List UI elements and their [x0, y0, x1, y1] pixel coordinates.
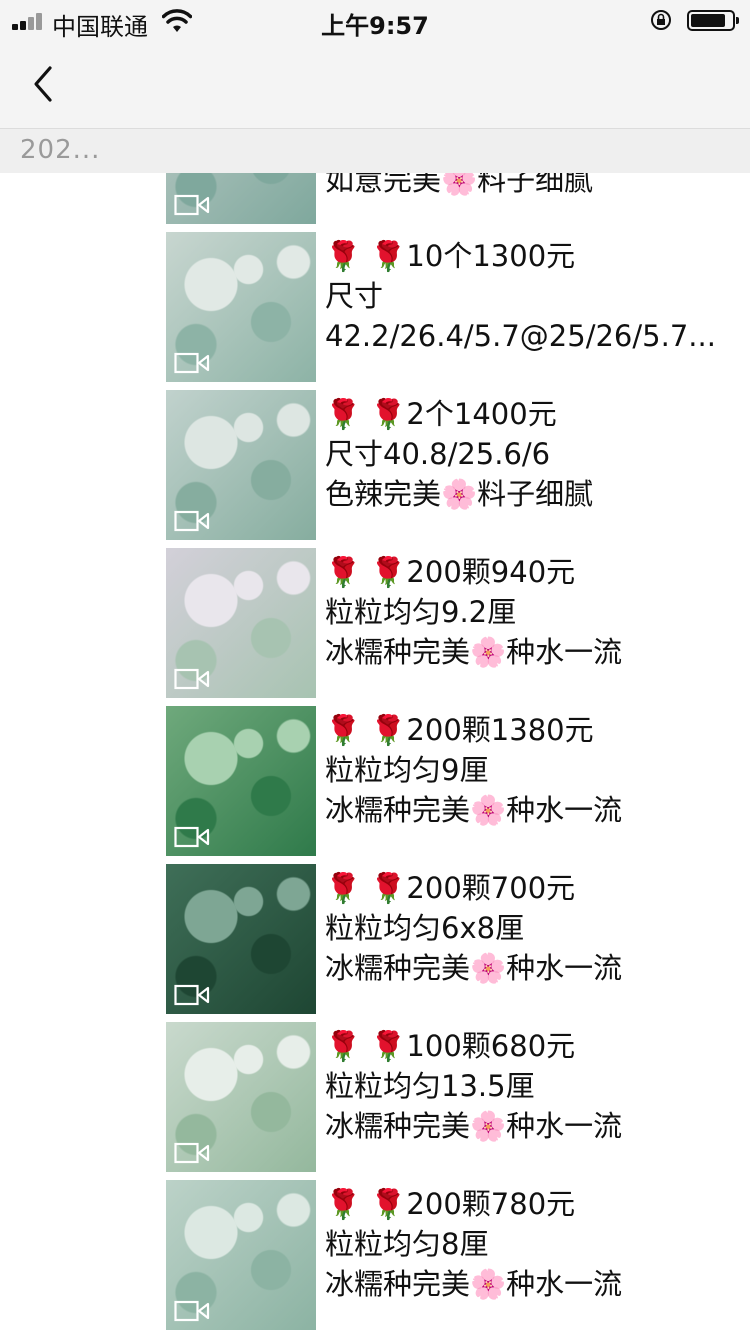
post-item[interactable]: 🌹 🌹100颗680元 粒粒均匀13.5厘冰糯种完美🌸种水一流	[0, 1022, 750, 1180]
video-thumbnail[interactable]	[166, 390, 316, 540]
album-title: 202...	[20, 135, 101, 165]
post-text-line: 粒粒均匀9.2厘	[325, 595, 517, 629]
post-description: 🌹 🌹10个1300元 尺寸 42.2/26.4/5.7@25/26/5.7...	[325, 236, 735, 356]
post-text-line: 粒粒均匀9厘	[325, 753, 489, 787]
video-camera-icon	[174, 194, 210, 216]
status-bar: 中国联通 上午9:57	[0, 0, 750, 42]
post-text-line: 尺寸40.8/25.6/6	[325, 437, 551, 471]
post-text-line: 🌹 🌹100颗680元	[325, 1029, 576, 1063]
post-description: 🌹 🌹200颗780元 粒粒均匀8厘冰糯种完美🌸种水一流	[325, 1184, 735, 1304]
post-text-line: 粒粒均匀6x8厘	[325, 911, 525, 945]
post-description: 🌹 🌹200颗700元 粒粒均匀6x8厘冰糯种完美🌸种水一流	[325, 868, 735, 988]
post-item[interactable]: 🌹 🌹200颗700元 粒粒均匀6x8厘冰糯种完美🌸种水一流	[0, 864, 750, 1022]
video-camera-icon	[174, 510, 210, 532]
post-description: 🌹 🌹100颗680元 粒粒均匀13.5厘冰糯种完美🌸种水一流	[325, 1026, 735, 1146]
video-camera-icon	[174, 1142, 210, 1164]
post-text-line: 42.2/26.4/5.7@25/26/5.7...	[325, 319, 716, 353]
battery-icon	[687, 10, 739, 31]
post-text-line: 冰糯种完美🌸种水一流	[325, 793, 623, 827]
post-text-line: 🌹 🌹200颗700元	[325, 871, 576, 905]
post-item[interactable]: 🌹 🌹200颗1380元 粒粒均匀9厘冰糯种完美🌸种水一流	[0, 706, 750, 864]
post-item[interactable]: 🌹 🌹200颗780元 粒粒均匀8厘冰糯种完美🌸种水一流	[0, 1180, 750, 1338]
post-text-line: 🌹 🌹200颗940元	[325, 555, 576, 589]
clock: 上午9:57	[321, 12, 429, 40]
video-camera-icon	[174, 668, 210, 690]
post-item[interactable]: 🌹 🌹2个1400元 尺寸40.8/25.6/6 色辣完美🌸料子细腻	[0, 390, 750, 548]
post-text-line: 🌹 🌹10个1300元	[325, 239, 576, 273]
video-thumbnail[interactable]	[166, 1180, 316, 1330]
post-list[interactable]: 如意完美🌸料子细腻 🌹 🌹10个1300元 尺寸 42.2/26.4/5.7@25/2…	[0, 74, 750, 1338]
post-item[interactable]: 🌹 🌹10个1300元 尺寸 42.2/26.4/5.7@25/26/5.7...	[0, 232, 750, 390]
post-description: 🌹 🌹200颗1380元 粒粒均匀9厘冰糯种完美🌸种水一流	[325, 710, 735, 830]
post-description: 🌹 🌹200颗940元 粒粒均匀9.2厘冰糯种完美🌸种水一流	[325, 552, 735, 672]
post-text-line: 冰糯种完美🌸种水一流	[325, 1109, 623, 1143]
post-text-line: 🌹 🌹2个1400元	[325, 397, 557, 431]
post-text-line: 🌹 🌹200颗780元	[325, 1187, 576, 1221]
video-camera-icon	[174, 352, 210, 374]
back-chevron-icon[interactable]	[22, 62, 66, 106]
video-thumbnail[interactable]	[166, 548, 316, 698]
post-text-line: 冰糯种完美🌸种水一流	[325, 951, 623, 985]
video-camera-icon	[174, 1300, 210, 1322]
video-thumbnail[interactable]	[166, 706, 316, 856]
post-text-line: 色辣完美🌸料子细腻	[325, 477, 594, 511]
post-text-line: 冰糯种完美🌸种水一流	[325, 635, 623, 669]
post-text-line: 🌹 🌹200颗1380元	[325, 713, 594, 747]
nav-bar	[0, 42, 750, 128]
album-header: 202...	[0, 128, 750, 173]
video-camera-icon	[174, 826, 210, 848]
video-thumbnail[interactable]	[166, 232, 316, 382]
video-thumbnail[interactable]	[166, 864, 316, 1014]
post-text-line: 粒粒均匀13.5厘	[325, 1069, 535, 1103]
video-camera-icon	[174, 984, 210, 1006]
post-text-line: 冰糯种完美🌸种水一流	[325, 1267, 623, 1301]
post-description: 🌹 🌹2个1400元 尺寸40.8/25.6/6 色辣完美🌸料子细腻	[325, 394, 735, 514]
video-thumbnail[interactable]	[166, 1022, 316, 1172]
rotation-lock-icon	[651, 10, 671, 30]
post-item[interactable]: 🌹 🌹200颗940元 粒粒均匀9.2厘冰糯种完美🌸种水一流	[0, 548, 750, 706]
post-text-line: 尺寸	[325, 279, 384, 313]
post-text-line: 粒粒均匀8厘	[325, 1227, 489, 1261]
